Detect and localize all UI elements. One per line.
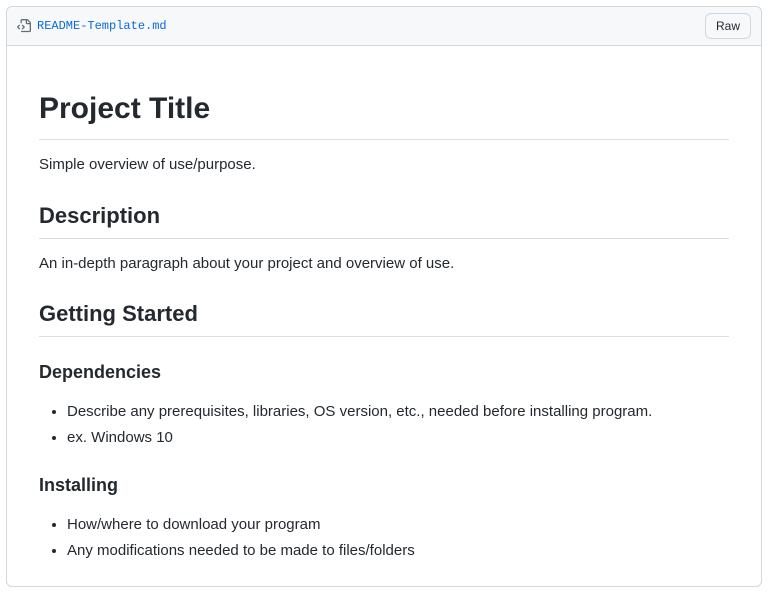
description-text: An in-depth paragraph about your project… — [39, 253, 729, 276]
overview-text: Simple overview of use/purpose. — [39, 154, 729, 177]
dependencies-heading: Dependencies — [39, 359, 729, 386]
list-item: Describe any prerequisites, libraries, O… — [67, 400, 729, 423]
file-container: README-Template.md Raw Project Title Sim… — [6, 6, 762, 587]
dependencies-list: Describe any prerequisites, libraries, O… — [39, 400, 729, 450]
list-item: How/where to download your program — [67, 513, 729, 536]
markdown-body: Project Title Simple overview of use/pur… — [7, 46, 761, 586]
description-heading: Description — [39, 199, 729, 239]
page-title: Project Title — [39, 86, 729, 140]
raw-button[interactable]: Raw — [705, 13, 751, 39]
file-header-left: README-Template.md — [17, 19, 167, 33]
list-item: ex. Windows 10 — [67, 426, 729, 449]
installing-heading: Installing — [39, 472, 729, 499]
file-header: README-Template.md Raw — [7, 7, 761, 46]
file-name-link[interactable]: README-Template.md — [37, 19, 167, 33]
installing-list: How/where to download your program Any m… — [39, 513, 729, 563]
executing-heading: Executing program — [39, 584, 729, 586]
getting-started-heading: Getting Started — [39, 297, 729, 337]
list-item: Any modifications needed to be made to f… — [67, 539, 729, 562]
code-file-icon — [17, 19, 31, 33]
